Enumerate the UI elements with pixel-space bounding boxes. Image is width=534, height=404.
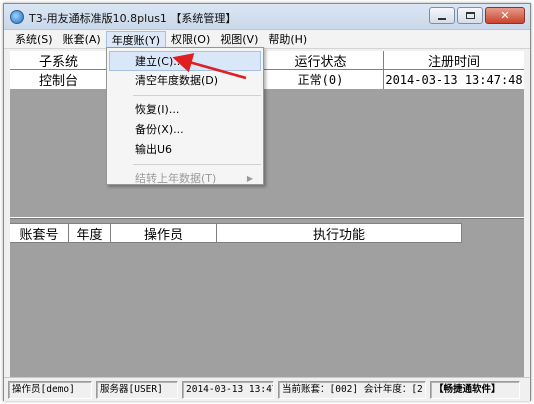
menu-item-restore[interactable]: 恢复(I)...	[107, 100, 263, 120]
annual-account-dropdown: 建立(C)... 清空年度数据(D) 恢复(I)... 备份(X)... 输出U…	[106, 47, 264, 185]
app-icon	[10, 10, 24, 24]
header-account-number: 账套号	[10, 224, 69, 243]
maximize-icon	[465, 12, 475, 19]
window-title: T3-用友通标准版10.8plus1 【系统管理】	[29, 12, 237, 25]
header-run-status: 运行状态	[258, 51, 384, 70]
status-bar: 操作员[demo] 服务器[USER] 2014-03-13 13:47 当前账…	[4, 377, 530, 401]
cell-subsystem: 控制台	[10, 70, 108, 89]
minimize-button[interactable]	[429, 7, 455, 24]
subsystem-table: 子系统 运行状态 注册时间 控制台 正常(0) 2014-03-13 13:47…	[10, 51, 524, 89]
menu-item-carry-forward: 结转上年数据(T) ▶	[107, 169, 263, 189]
status-date: 2014-03-13 13:47	[182, 381, 274, 399]
menu-help[interactable]: 帮助(H)	[263, 31, 312, 48]
header-year: 年度	[69, 224, 111, 243]
header-executed-function: 执行功能	[217, 224, 462, 243]
main-window: T3-用友通标准版10.8plus1 【系统管理】 ✕ 系统(S) 账套(A) …	[3, 3, 531, 401]
table-row[interactable]: 控制台 正常(0) 2014-03-13 13:47:48	[10, 70, 524, 89]
menu-separator	[133, 164, 261, 165]
menu-separator	[133, 95, 261, 96]
maximize-button[interactable]	[457, 7, 483, 24]
client-area: 子系统 运行状态 注册时间 控制台 正常(0) 2014-03-13 13:47…	[10, 51, 524, 377]
menu-item-create[interactable]: 建立(C)...	[109, 51, 261, 71]
menu-permissions[interactable]: 权限(O)	[166, 31, 215, 48]
status-operator: 操作员[demo]	[8, 381, 92, 399]
menu-account-set[interactable]: 账套(A)	[58, 31, 106, 48]
menu-item-export-u6[interactable]: 输出U6	[107, 140, 263, 160]
subsystem-table-header: 子系统 运行状态 注册时间	[10, 51, 524, 70]
status-server: 服务器[USER]	[96, 381, 178, 399]
menu-item-backup[interactable]: 备份(X)...	[107, 120, 263, 140]
close-icon: ✕	[500, 9, 510, 22]
submenu-arrow-icon: ▶	[246, 174, 253, 183]
status-brand: 【畅捷通软件】	[430, 381, 520, 399]
menu-system[interactable]: 系统(S)	[10, 31, 58, 48]
window-controls: ✕	[429, 7, 525, 24]
header-operator: 操作员	[111, 224, 217, 243]
menu-annual-account[interactable]: 年度账(Y)	[105, 30, 166, 48]
status-account: 当前账套：[002] 会计年度：[2	[278, 381, 426, 399]
menu-item-clear-annual-data[interactable]: 清空年度数据(D)	[107, 71, 263, 91]
header-subsystem: 子系统	[10, 51, 108, 70]
menu-view[interactable]: 视图(V)	[215, 31, 263, 48]
close-button[interactable]: ✕	[485, 7, 525, 24]
title-bar[interactable]: T3-用友通标准版10.8plus1 【系统管理】 ✕	[4, 4, 530, 30]
header-register-time: 注册时间	[384, 51, 524, 70]
cell-register-time: 2014-03-13 13:47:48	[384, 70, 524, 89]
menu-item-carry-forward-label: 结转上年数据(T)	[135, 172, 217, 185]
menu-bar: 系统(S) 账套(A) 年度账(Y) 权限(O) 视图(V) 帮助(H)	[4, 30, 530, 49]
pane-splitter[interactable]	[10, 217, 524, 219]
minimize-icon	[438, 17, 446, 20]
cell-run-status: 正常(0)	[258, 70, 384, 89]
task-table-header: 账套号 年度 操作员 执行功能	[10, 223, 462, 243]
